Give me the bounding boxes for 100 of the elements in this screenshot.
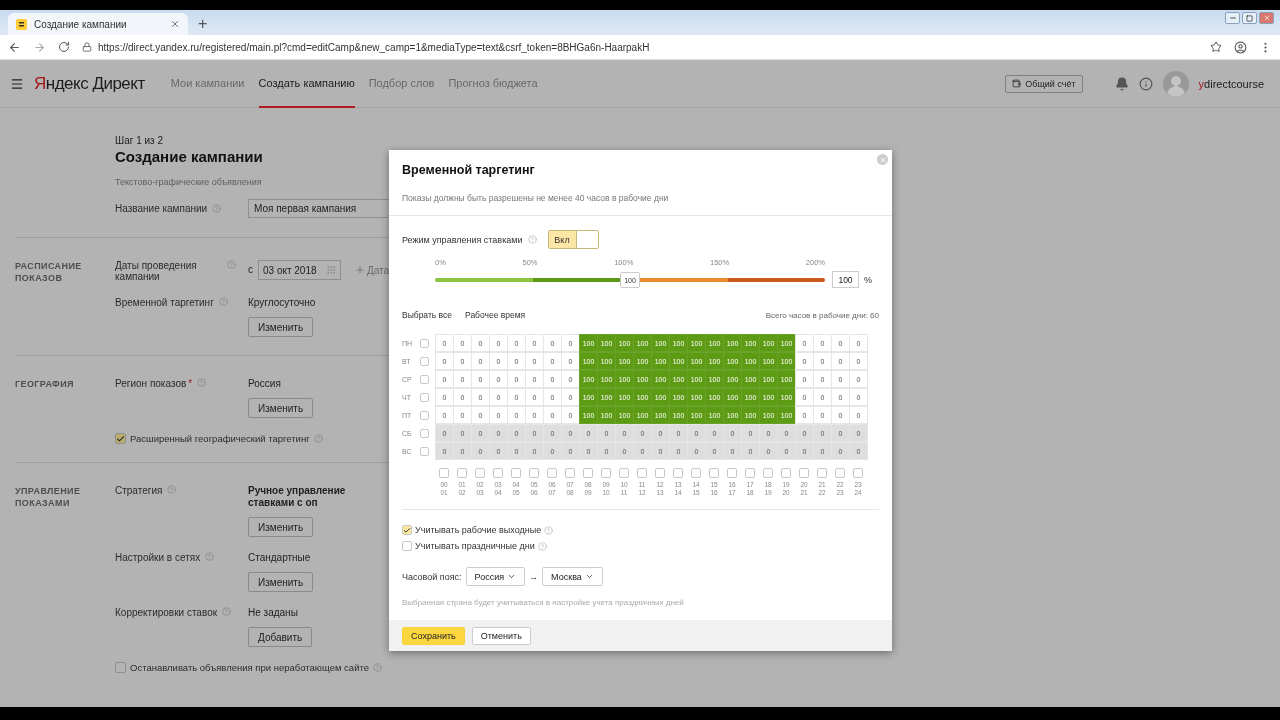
checkbox[interactable] xyxy=(637,468,647,478)
help-icon[interactable] xyxy=(537,541,547,551)
checkbox[interactable] xyxy=(529,468,539,478)
help-icon[interactable] xyxy=(227,260,236,269)
checkbox[interactable] xyxy=(439,468,449,478)
help-icon[interactable] xyxy=(212,204,222,213)
bid-mode-toggle[interactable]: Вкл xyxy=(547,230,599,249)
field-label: Корректировки ставок xyxy=(115,607,218,618)
checkbox[interactable] xyxy=(457,468,467,478)
reload-icon[interactable] xyxy=(58,41,70,53)
back-icon[interactable] xyxy=(8,40,21,54)
select-all-link[interactable]: Выбрать все xyxy=(402,310,452,320)
minimize-button[interactable] xyxy=(1225,12,1240,24)
checkbox[interactable] xyxy=(420,446,429,456)
checkbox[interactable] xyxy=(115,662,126,673)
page-subtitle: Текстово-графические объявления xyxy=(115,177,263,187)
favicon-icon xyxy=(16,18,27,30)
account-button[interactable]: Общий счёт xyxy=(1005,74,1083,93)
checkbox-label: Расширенный географический таргетинг xyxy=(130,433,310,444)
checkbox[interactable] xyxy=(493,468,503,478)
lock-icon xyxy=(82,42,92,52)
help-icon[interactable] xyxy=(373,663,382,672)
checkbox[interactable] xyxy=(817,468,827,478)
change-button[interactable]: Изменить xyxy=(248,517,314,537)
country-select[interactable]: Россия xyxy=(465,567,526,586)
checkbox[interactable] xyxy=(745,468,755,478)
username[interactable]: ydirectcourse xyxy=(1198,77,1264,90)
help-icon[interactable] xyxy=(313,434,323,443)
account-icon[interactable] xyxy=(1234,40,1247,54)
checkbox[interactable] xyxy=(781,468,791,478)
checkbox[interactable] xyxy=(727,468,737,478)
checkbox[interactable] xyxy=(565,468,575,478)
close-icon[interactable] xyxy=(170,19,180,29)
field-label: Временной таргетинг xyxy=(115,297,214,308)
field-value: Не заданы xyxy=(248,607,298,619)
checkbox[interactable] xyxy=(475,468,485,478)
change-button[interactable]: Изменить xyxy=(248,572,314,592)
checkbox[interactable] xyxy=(691,468,701,478)
dialog-title: Временной таргетинг xyxy=(402,163,536,177)
forward-icon[interactable] xyxy=(33,40,46,54)
menu-icon[interactable] xyxy=(10,76,24,91)
star-icon[interactable] xyxy=(1210,41,1222,53)
date-field[interactable]: 03 окт 2018 xyxy=(258,260,341,280)
checkbox[interactable] xyxy=(420,338,429,348)
maximize-button[interactable] xyxy=(1242,12,1257,24)
campaign-name-field[interactable]: Моя первая кампания xyxy=(248,199,389,218)
checkbox[interactable] xyxy=(673,468,683,478)
checkbox[interactable] xyxy=(547,468,557,478)
checkbox[interactable] xyxy=(763,468,773,478)
new-tab-button[interactable]: + xyxy=(194,13,212,35)
checkbox[interactable] xyxy=(420,428,429,438)
tab-title: Создание кампании xyxy=(34,18,128,30)
checkbox-label: Учитывать рабочие выходные xyxy=(415,525,542,535)
checkbox[interactable] xyxy=(420,356,429,366)
checkbox[interactable] xyxy=(835,468,845,478)
wallet-icon xyxy=(1012,79,1022,88)
help-icon[interactable] xyxy=(527,235,537,244)
help-icon[interactable] xyxy=(167,485,177,494)
checkbox[interactable] xyxy=(402,541,412,551)
save-button[interactable]: Сохранить xyxy=(402,626,465,645)
checkbox[interactable] xyxy=(402,525,412,535)
checkbox[interactable] xyxy=(655,468,665,478)
percent-field[interactable]: 100 xyxy=(832,271,859,288)
avatar-icon[interactable] xyxy=(1162,70,1189,97)
cancel-button[interactable]: Отменить xyxy=(471,626,531,645)
help-icon[interactable] xyxy=(544,525,554,535)
close-button[interactable] xyxy=(877,154,888,165)
checkbox[interactable] xyxy=(853,468,863,478)
checkbox[interactable] xyxy=(115,433,126,444)
bid-mode-label: Режим управления ставками xyxy=(402,234,523,245)
change-button[interactable]: Добавить xyxy=(248,627,313,647)
arrow-text: → xyxy=(529,571,539,582)
checkbox[interactable] xyxy=(420,392,429,402)
help-icon[interactable] xyxy=(197,378,207,387)
date-prefix: с xyxy=(248,264,253,276)
bell-icon[interactable] xyxy=(1114,76,1129,91)
checkbox[interactable] xyxy=(601,468,611,478)
checkbox[interactable] xyxy=(420,374,429,384)
change-button[interactable]: Изменить xyxy=(248,317,314,337)
browser-tab[interactable]: Создание кампании xyxy=(8,13,188,35)
checkbox[interactable] xyxy=(709,468,719,478)
work-time-link[interactable]: Рабочее время xyxy=(465,310,526,320)
checkbox[interactable] xyxy=(619,468,629,478)
field-value: Стандартные xyxy=(248,552,311,564)
checkbox[interactable] xyxy=(420,410,429,420)
page-title: Создание кампании xyxy=(115,148,264,165)
checkbox[interactable] xyxy=(583,468,593,478)
checkbox[interactable] xyxy=(799,468,809,478)
checkbox-label: Останавливать объявления при неработающем сайте xyxy=(130,662,369,673)
help-icon[interactable] xyxy=(222,607,232,616)
help-icon[interactable] xyxy=(218,297,228,306)
checkbox[interactable] xyxy=(511,468,521,478)
logo[interactable]: Яндекс Директ xyxy=(34,73,145,94)
field-value: Ручное управление ставками с оп xyxy=(248,485,347,509)
total-hours-text: Всего часов в рабочие дни: 60 xyxy=(765,310,879,320)
help-icon[interactable] xyxy=(205,552,215,561)
city-select[interactable]: Москва xyxy=(542,567,603,586)
close-window-button[interactable] xyxy=(1259,12,1274,24)
change-button[interactable]: Изменить xyxy=(248,398,314,418)
info-icon[interactable] xyxy=(1138,76,1153,91)
